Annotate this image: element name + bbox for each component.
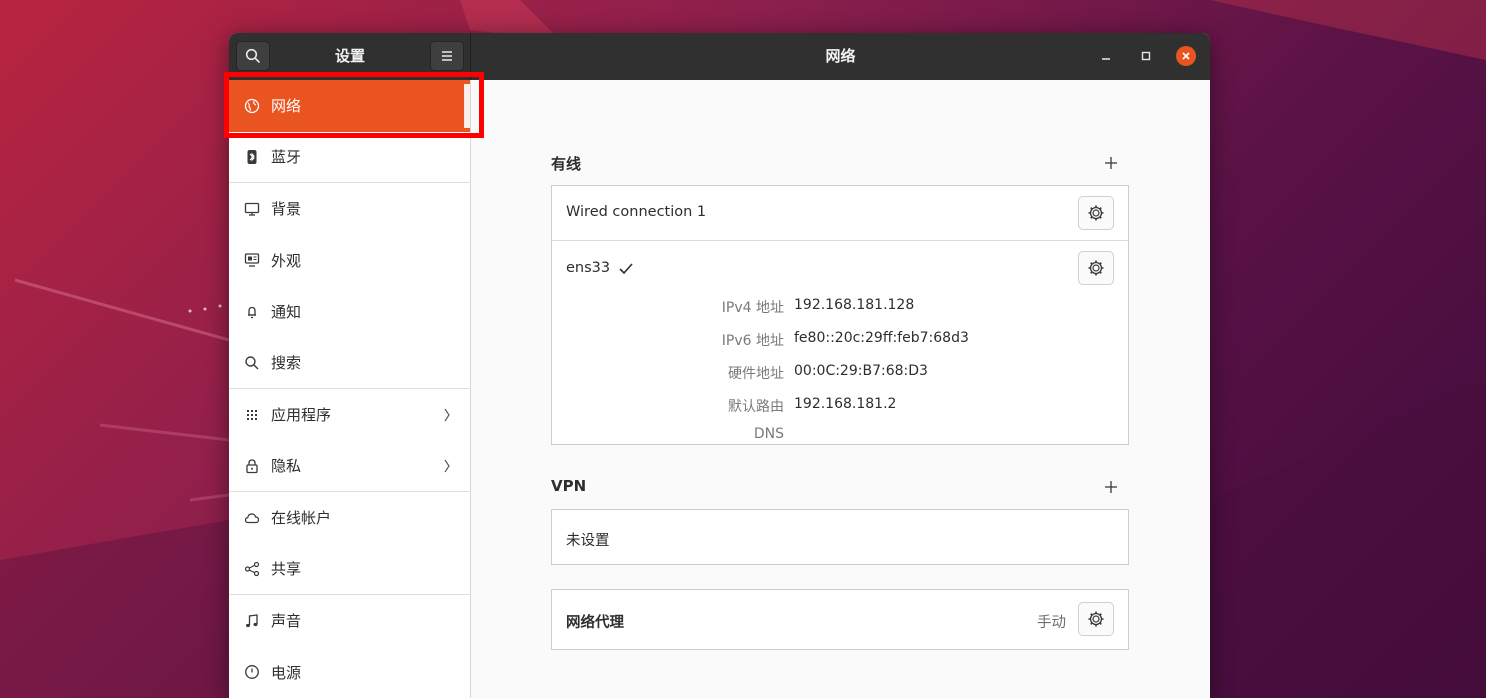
plus-icon [1105,157,1117,169]
vpn-heading: VPN [551,477,587,495]
device-name: ens33 [566,260,611,276]
cloud-icon [243,509,261,527]
settings-window: 设置 网络 网络 蓝牙 背景 外观 通知 搜索 应用程序 隐私 在线帐户 共享 … [229,33,1210,698]
sidebar-item-label: 蓝牙 [271,148,302,167]
proxy-status: 手动 [1037,615,1066,631]
sidebar-item-online-accounts[interactable]: 在线帐户 [229,492,470,544]
hamburger-menu-icon [442,51,452,61]
vpn-empty-label: 未设置 [566,533,610,549]
title-bar: 设置 网络 [229,33,1210,80]
share-icon [243,560,261,578]
device-row: ens33 IPv4 地址 192.168.181.128 IPv6 地址 fe… [552,242,1128,444]
appearance-icon [243,251,261,269]
sidebar: 网络 蓝牙 背景 外观 通知 搜索 应用程序 隐私 在线帐户 共享 声音 电源 [229,80,471,698]
sidebar-item-label: 声音 [271,612,302,631]
sidebar-item-applications[interactable]: 应用程序 [229,389,470,441]
gear-icon [1088,611,1104,627]
scrollbar[interactable] [464,84,470,128]
checkmark-icon [619,263,633,275]
hardware-address-value: 00:0C:29:B7:68:D3 [794,363,928,379]
network-panel: 有线 Wired connection 1 ens33 IPv4 地址 192.… [472,80,1210,698]
add-vpn-button[interactable] [1102,478,1120,496]
hardware-address-label: 硬件地址 [728,366,784,382]
sidebar-item-power[interactable]: 电源 [229,647,470,698]
apps-grid-icon [243,406,261,424]
dns-label: DNS [753,426,784,442]
bell-icon [243,303,261,321]
chevron-right-icon [444,459,450,473]
gear-icon [1088,260,1104,276]
sidebar-item-sound[interactable]: 声音 [229,595,470,647]
wired-heading: 有线 [551,155,582,173]
chevron-right-icon [444,408,450,422]
sidebar-item-label: 通知 [271,303,302,322]
sidebar-item-label: 搜索 [271,354,302,373]
close-icon [1182,52,1190,60]
sidebar-item-background[interactable]: 背景 [229,183,470,235]
default-route-label: 默认路由 [728,399,784,415]
sidebar-item-label: 应用程序 [271,406,332,425]
minimize-button[interactable] [1096,46,1116,66]
sidebar-item-label: 电源 [271,663,302,682]
maximize-icon [1141,51,1151,61]
sidebar-item-label: 背景 [271,200,302,219]
minimize-icon [1102,58,1110,60]
music-note-icon [243,612,261,630]
close-button[interactable] [1176,46,1196,66]
add-wired-button[interactable] [1102,154,1120,172]
proxy-label: 网络代理 [566,615,624,631]
search-icon [245,48,261,64]
wired-card: Wired connection 1 ens33 IPv4 地址 192.168… [551,185,1129,445]
device-settings-button[interactable] [1078,251,1114,285]
ipv6-value: fe80::20c:29ff:feb7:68d3 [794,330,969,346]
sidebar-title: 设置 [334,47,365,65]
sidebar-item-label: 隐私 [271,457,302,476]
bluetooth-icon [243,148,261,166]
globe-icon [243,97,261,115]
plus-icon [1105,481,1117,493]
display-icon [243,200,261,218]
sidebar-item-label: 在线帐户 [271,509,332,528]
default-route-value: 192.168.181.2 [794,396,897,412]
gear-icon [1088,205,1104,221]
proxy-settings-button[interactable] [1078,602,1114,636]
sidebar-item-privacy[interactable]: 隐私 [229,441,470,492]
wired-connection-row[interactable]: Wired connection 1 [552,186,1128,241]
sidebar-header: 设置 [229,33,471,80]
sidebar-item-network[interactable]: 网络 [229,80,470,132]
ipv4-label: IPv4 地址 [721,300,784,316]
sidebar-item-search[interactable]: 搜索 [229,338,470,389]
vpn-card: 未设置 [551,509,1129,565]
sidebar-item-bluetooth[interactable]: 蓝牙 [229,132,470,183]
ipv4-value: 192.168.181.128 [794,297,915,313]
sidebar-item-label: 网络 [271,97,302,116]
sidebar-item-notifications[interactable]: 通知 [229,286,470,338]
sidebar-item-appearance[interactable]: 外观 [229,235,470,287]
connection-settings-button[interactable] [1078,196,1114,230]
maximize-button[interactable] [1136,46,1156,66]
connection-name: Wired connection 1 [566,204,707,220]
sidebar-item-label: 共享 [271,560,302,579]
sidebar-item-label: 外观 [271,251,302,270]
sidebar-item-sharing[interactable]: 共享 [229,544,470,595]
power-icon [243,663,261,681]
ipv6-label: IPv6 地址 [721,333,784,349]
lock-icon [243,457,261,475]
proxy-card[interactable]: 网络代理 手动 [551,589,1129,650]
search-button[interactable] [236,41,270,71]
search-icon [243,354,261,372]
menu-button[interactable] [430,41,464,71]
